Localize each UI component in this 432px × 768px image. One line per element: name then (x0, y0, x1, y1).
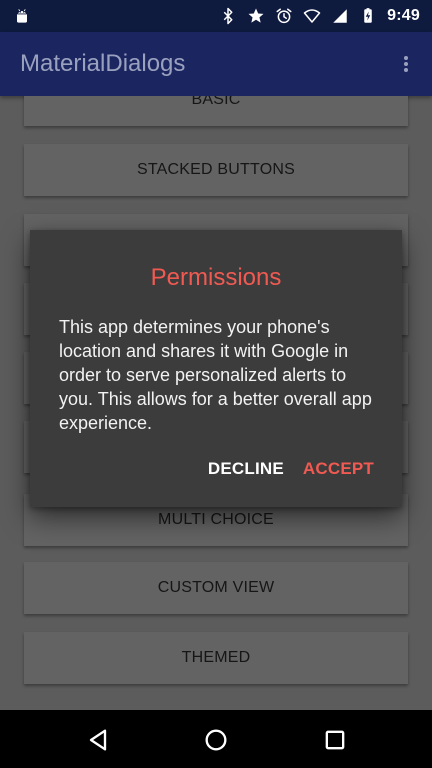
signal-icon (331, 7, 349, 25)
stacked-buttons-button[interactable]: STACKED BUTTONS (24, 144, 408, 196)
themed-button[interactable]: THEMED (24, 632, 408, 684)
wifi-icon (303, 7, 321, 25)
stacked-buttons-label: STACKED BUTTONS (137, 161, 295, 178)
accept-button[interactable]: ACCEPT (303, 459, 374, 479)
dialog-message: This app determines your phone's locatio… (59, 317, 372, 433)
bluetooth-icon (219, 7, 237, 25)
navigation-bar (0, 710, 432, 768)
recents-icon[interactable] (321, 726, 349, 754)
back-icon[interactable] (84, 726, 112, 754)
app-bar: MaterialDialogs (0, 32, 432, 96)
android-icon (12, 6, 32, 26)
basic-button-label: BASIC (191, 96, 241, 108)
multi-choice-label: MULTI CHOICE (158, 511, 274, 528)
basic-button[interactable]: BASIC (24, 96, 408, 126)
home-icon[interactable] (202, 726, 230, 754)
star-icon (247, 7, 265, 25)
dialog-actions: DECLINE ACCEPT (208, 459, 374, 479)
app-title: MaterialDialogs (20, 50, 186, 77)
themed-label: THEMED (181, 649, 251, 666)
decline-button[interactable]: DECLINE (208, 459, 284, 479)
battery-charging-icon (359, 7, 377, 25)
dialog-title: Permissions (150, 264, 282, 291)
status-bar: 9:49 (0, 0, 432, 32)
permissions-dialog: Permissions This app determines your pho… (30, 230, 402, 507)
status-time: 9:49 (387, 7, 420, 24)
overflow-menu-icon (394, 56, 418, 80)
overflow-menu-button[interactable] (394, 52, 418, 76)
custom-view-button[interactable]: CUSTOM VIEW (24, 562, 408, 614)
alarm-icon (275, 7, 293, 25)
status-icons: 9:49 (219, 0, 420, 32)
custom-view-label: CUSTOM VIEW (157, 579, 275, 596)
